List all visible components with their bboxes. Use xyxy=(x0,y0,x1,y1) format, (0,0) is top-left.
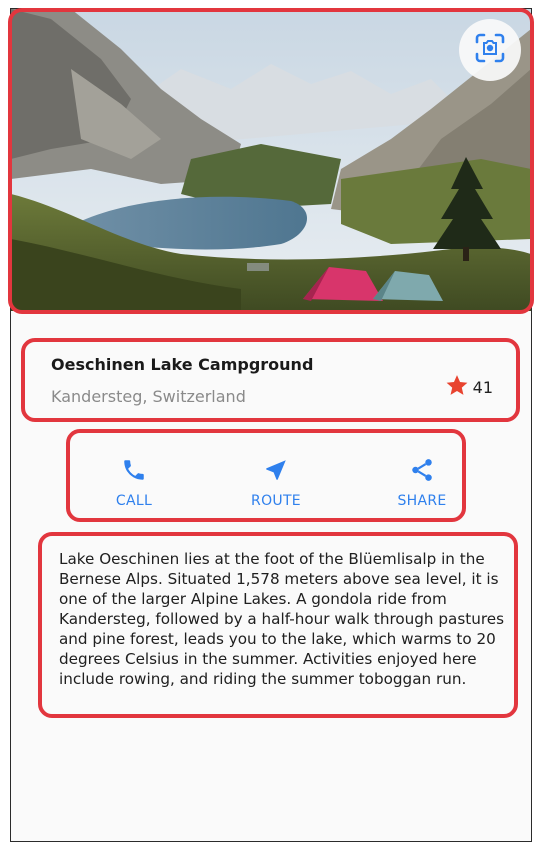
phone-icon xyxy=(121,449,147,483)
share-button[interactable]: SHARE xyxy=(372,449,472,519)
route-button[interactable]: ROUTE xyxy=(226,449,326,519)
place-name: Oeschinen Lake Campground xyxy=(51,355,314,374)
place-description: Lake Oeschinen lies at the foot of the B… xyxy=(59,550,504,688)
route-label: ROUTE xyxy=(251,493,301,509)
scan-icon xyxy=(473,31,507,69)
action-buttons: CALL ROUTE SHARE xyxy=(79,449,475,519)
place-header: Oeschinen Lake Campground Kandersteg, Sw… xyxy=(51,353,511,417)
app-screen: Oeschinen Lake Campground Kandersteg, Sw… xyxy=(10,8,532,842)
scan-button[interactable] xyxy=(459,19,521,81)
star-icon xyxy=(444,373,470,402)
rating[interactable]: 41 xyxy=(444,373,493,402)
navigation-arrow-icon xyxy=(263,449,289,483)
call-button[interactable]: CALL xyxy=(84,449,184,519)
place-location: Kandersteg, Switzerland xyxy=(51,387,246,406)
rating-count: 41 xyxy=(472,378,493,397)
share-icon xyxy=(409,449,435,483)
lake-photo xyxy=(11,9,531,311)
share-label: SHARE xyxy=(397,493,447,509)
call-label: CALL xyxy=(115,493,153,509)
